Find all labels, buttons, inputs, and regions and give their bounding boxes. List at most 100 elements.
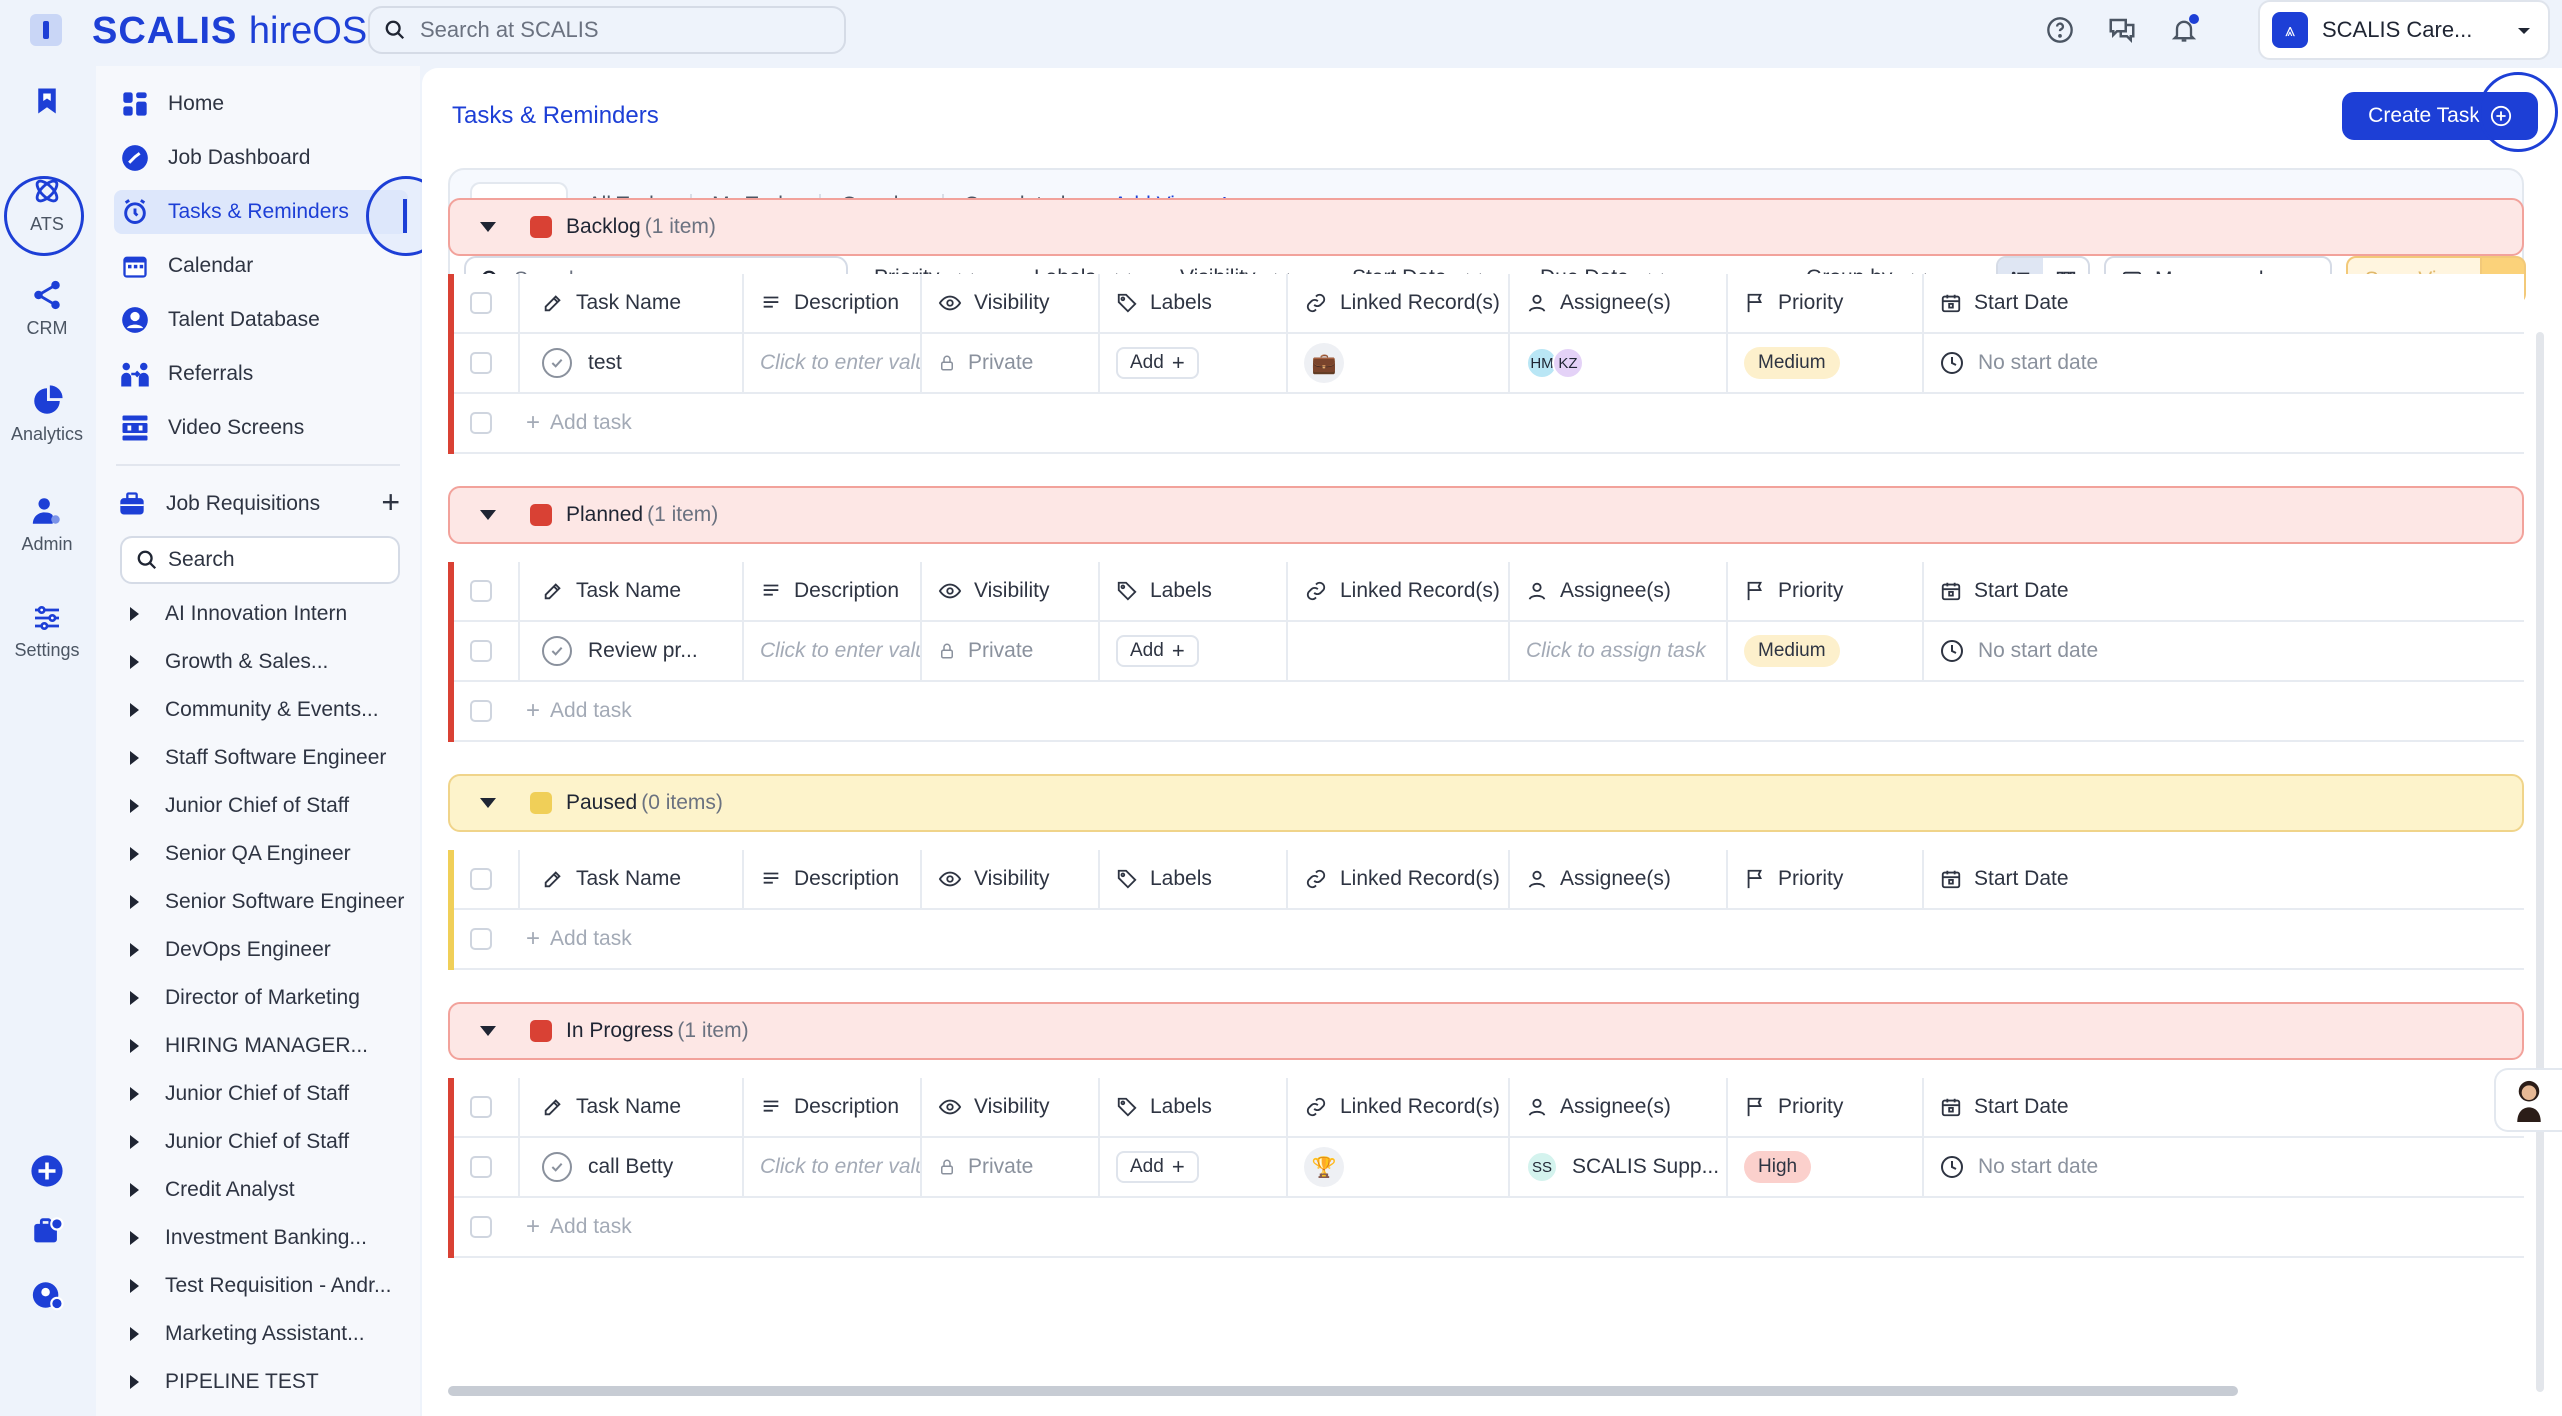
- group-header-backlog[interactable]: Backlog (1 item): [448, 198, 2524, 256]
- briefcase-icon[interactable]: 💼: [1304, 343, 1344, 383]
- job-requisitions-header[interactable]: Job Requisitions +: [118, 484, 408, 524]
- collapse-icon[interactable]: [480, 798, 496, 808]
- nav-item-talent-database[interactable]: Talent Database: [114, 298, 408, 342]
- requisition-item[interactable]: DevOps Engineer: [130, 932, 331, 968]
- column-header[interactable]: Assignee(s): [1510, 1078, 1728, 1136]
- column-header[interactable]: Start Date: [1924, 274, 2532, 332]
- row-checkbox[interactable]: [470, 1156, 492, 1178]
- cell-linked-record-s[interactable]: 💼: [1288, 334, 1510, 392]
- cell-visibility[interactable]: Private: [922, 622, 1100, 680]
- requisition-item[interactable]: Junior Chief of Staff: [130, 1076, 349, 1112]
- column-header[interactable]: Task Name: [526, 562, 744, 620]
- org-switcher[interactable]: ⩓ SCALIS Care...: [2258, 0, 2550, 60]
- cell-description[interactable]: Click to enter value: [744, 334, 922, 392]
- column-header[interactable]: Assignee(s): [1510, 850, 1728, 908]
- rail-item-crm[interactable]: CRM: [0, 278, 94, 339]
- add-label-button[interactable]: Add +: [1116, 347, 1199, 379]
- rail-item-settings[interactable]: Settings: [0, 602, 94, 661]
- add-circle-icon[interactable]: [0, 1154, 94, 1194]
- nav-item-job-dashboard[interactable]: Job Dashboard: [114, 136, 408, 180]
- nav-item-video-screens[interactable]: Video Screens: [114, 406, 408, 450]
- help-icon[interactable]: [2044, 14, 2076, 46]
- column-header[interactable]: Start Date: [1924, 1078, 2532, 1136]
- collapse-icon[interactable]: [480, 510, 496, 520]
- requisition-item[interactable]: Community & Events...: [130, 692, 379, 728]
- column-header[interactable]: Priority: [1728, 850, 1924, 908]
- requisition-item[interactable]: Senior Software Engineer: [130, 884, 404, 920]
- group-header-paused[interactable]: Paused (0 items): [448, 774, 2524, 832]
- requisition-item[interactable]: Test Requisition - Andr...: [130, 1268, 391, 1304]
- select-all-checkbox[interactable]: [470, 580, 492, 602]
- cell-start-date[interactable]: No start date: [1924, 622, 2532, 680]
- column-header[interactable]: Start Date: [1924, 850, 2532, 908]
- briefcase-add-icon[interactable]: [0, 1214, 94, 1254]
- row-checkbox[interactable]: [470, 352, 492, 374]
- notifications-icon[interactable]: [2168, 14, 2200, 46]
- add-label-button[interactable]: Add +: [1116, 1151, 1199, 1183]
- vertical-scrollbar[interactable]: [2536, 332, 2544, 1392]
- requisition-item[interactable]: HIRING MANAGER...: [130, 1028, 368, 1064]
- nav-item-calendar[interactable]: Calendar: [114, 244, 408, 288]
- requisition-item[interactable]: Growth & Sales...: [130, 644, 328, 680]
- cell-task-name[interactable]: Review pr...: [526, 622, 744, 680]
- column-header[interactable]: Priority: [1728, 274, 1924, 332]
- column-header[interactable]: Description: [744, 562, 922, 620]
- requisition-item[interactable]: Investment Banking...: [130, 1220, 367, 1256]
- requisition-item[interactable]: Director of Marketing: [130, 980, 360, 1016]
- column-header[interactable]: Linked Record(s): [1288, 850, 1510, 908]
- rail-item-admin[interactable]: Admin: [0, 494, 94, 555]
- nav-item-tasks[interactable]: Tasks & Reminders: [114, 190, 408, 234]
- rail-item-ats[interactable]: ATS: [0, 174, 94, 235]
- complete-task-icon[interactable]: [542, 636, 572, 666]
- select-all-checkbox[interactable]: [470, 1096, 492, 1118]
- cell-priority[interactable]: Medium: [1728, 622, 1924, 680]
- cell-visibility[interactable]: Private: [922, 1138, 1100, 1196]
- cell-start-date[interactable]: No start date: [1924, 334, 2532, 392]
- requisition-item[interactable]: AI Innovation Intern: [130, 596, 347, 632]
- column-header[interactable]: Description: [744, 850, 922, 908]
- assignee-avatar[interactable]: SS: [1526, 1151, 1558, 1183]
- column-header[interactable]: Visibility: [922, 274, 1100, 332]
- requisition-item[interactable]: Marketing Assistant...: [130, 1316, 365, 1352]
- column-header[interactable]: Task Name: [526, 1078, 744, 1136]
- column-header[interactable]: Assignee(s): [1510, 274, 1728, 332]
- collapse-icon[interactable]: [480, 222, 496, 232]
- column-header[interactable]: Labels: [1100, 850, 1288, 908]
- cell-assignee-s[interactable]: Click to assign task: [1510, 622, 1728, 680]
- assignee-avatar[interactable]: KZ: [1552, 347, 1584, 379]
- column-header[interactable]: Labels: [1100, 1078, 1288, 1136]
- add-task-button[interactable]: + Add task: [526, 910, 632, 968]
- column-header[interactable]: Task Name: [526, 274, 744, 332]
- column-header[interactable]: Description: [744, 1078, 922, 1136]
- requisition-search-input[interactable]: Search: [120, 536, 400, 584]
- nav-item-referrals[interactable]: Referrals: [114, 352, 408, 396]
- priority-badge[interactable]: Medium: [1744, 347, 1840, 379]
- column-header[interactable]: Description: [744, 274, 922, 332]
- column-header[interactable]: Start Date: [1924, 562, 2532, 620]
- column-header[interactable]: Linked Record(s): [1288, 274, 1510, 332]
- column-header[interactable]: Visibility: [922, 1078, 1100, 1136]
- cell-labels[interactable]: Add +: [1100, 1138, 1288, 1196]
- column-header[interactable]: Labels: [1100, 274, 1288, 332]
- cell-linked-record-s[interactable]: 🏆: [1288, 1138, 1510, 1196]
- column-header[interactable]: Visibility: [922, 850, 1100, 908]
- brand-logo[interactable]: SCALIS hireOS: [92, 10, 367, 53]
- cell-visibility[interactable]: Private: [922, 334, 1100, 392]
- table-row[interactable]: call Betty Click to enter value Private Add…: [454, 1138, 2524, 1198]
- cell-labels[interactable]: Add +: [1100, 622, 1288, 680]
- cell-description[interactable]: Click to enter value: [744, 1138, 922, 1196]
- column-header[interactable]: Visibility: [922, 562, 1100, 620]
- nav-item-home[interactable]: Home: [114, 82, 408, 126]
- add-task-button[interactable]: + Add task: [526, 682, 632, 740]
- requisition-item[interactable]: Staff Software Engineer: [130, 740, 386, 776]
- column-header[interactable]: Assignee(s): [1510, 562, 1728, 620]
- cell-assignee-s[interactable]: HM KZ: [1510, 334, 1728, 392]
- user-add-icon[interactable]: [0, 1278, 94, 1318]
- cell-start-date[interactable]: No start date: [1924, 1138, 2532, 1196]
- cell-assignee-s[interactable]: SS SCALIS Supp...: [1510, 1138, 1728, 1196]
- table-row[interactable]: Review pr... Click to enter value Private A…: [454, 622, 2524, 682]
- priority-badge[interactable]: Medium: [1744, 635, 1840, 667]
- column-header[interactable]: Priority: [1728, 1078, 1924, 1136]
- cell-linked-record-s[interactable]: [1288, 622, 1510, 680]
- complete-task-icon[interactable]: [542, 348, 572, 378]
